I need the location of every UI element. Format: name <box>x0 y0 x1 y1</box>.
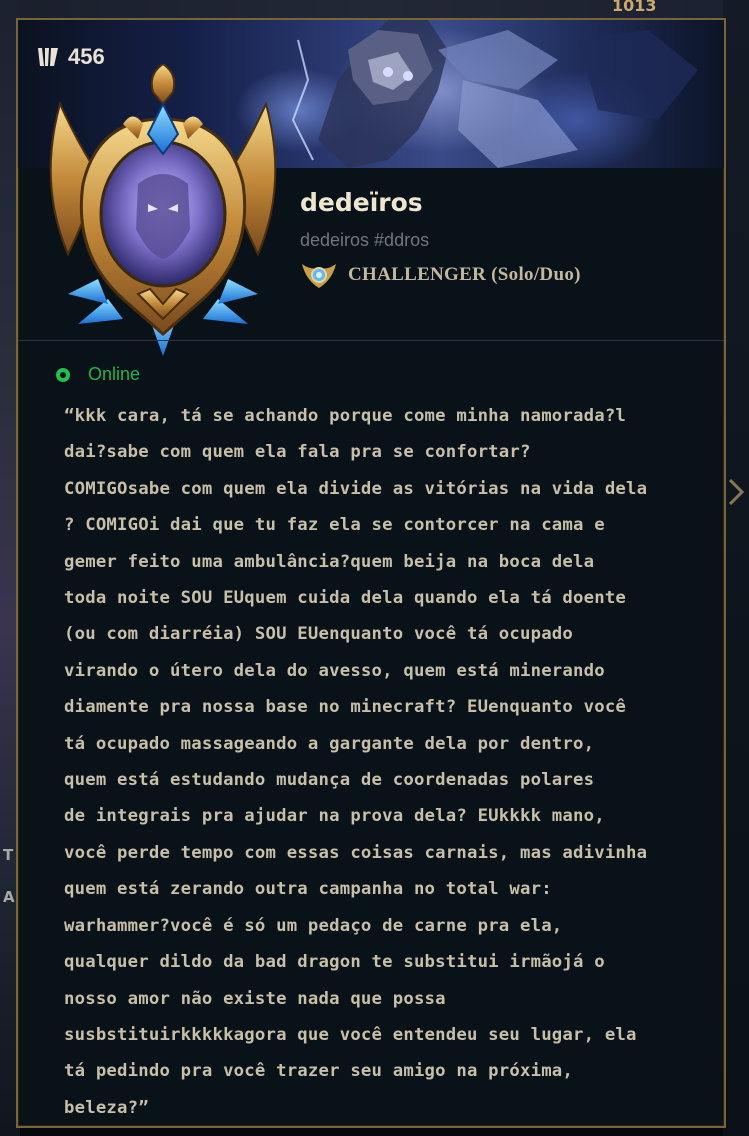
status-message-line: “kkk cara, tá se achando porque come min… <box>64 406 627 426</box>
status-message-line: você perde tempo com essas coisas carnai… <box>64 842 648 863</box>
client-right-edge <box>723 0 749 1136</box>
challenger-crest-icon <box>302 264 336 288</box>
status-message-line: warhammer?você é só um pedaço de carne p… <box>64 915 563 936</box>
online-dot-icon <box>56 367 70 382</box>
status-message-line: COMIGOsabe com quem ela divide as vitóri… <box>64 478 648 499</box>
status-message-line: gemer feito uma ambulância?quem beija na… <box>64 551 595 572</box>
status-message: “kkk cara, tá se achando porque come min… <box>64 398 704 1126</box>
status-label: Online <box>88 364 141 384</box>
currency-value: 1013 <box>612 0 657 15</box>
status-row: Online <box>56 364 140 385</box>
rank-row: CHALLENGER (Solo/Duo) <box>300 260 581 290</box>
client-top-bar: 1013 <box>0 0 749 18</box>
status-message-line: virando o útero dela do avesso, quem est… <box>64 660 605 681</box>
status-message-line: beleza?” <box>64 1097 149 1118</box>
chevron-right-icon[interactable] <box>727 478 745 506</box>
status-message-line: diamente pra nossa base no minecraft? EU… <box>64 697 627 718</box>
status-message-line: de integrais pra ajudar na prova dela? E… <box>64 806 605 827</box>
status-message-line: quem está estudando mudança de coordenad… <box>64 770 595 791</box>
rank-label: CHALLENGER (Solo/Duo) <box>348 264 581 285</box>
banner-splash-art <box>291 20 698 168</box>
status-message-line: tá ocupado massageando a gargante dela p… <box>64 733 595 754</box>
status-message-line: ? COMIGOi dai que tu faz ela se contorce… <box>64 515 605 536</box>
status-message-line: susbstituirkkkkkagora que você entendeu … <box>64 1024 637 1045</box>
status-message-line: (ou com diarréia) SOU EUenquanto você tá… <box>64 624 574 645</box>
challenger-emblem <box>49 64 277 356</box>
status-message-line: dai?sabe com quem ela fala pra se confor… <box>64 442 531 463</box>
left-edge-letter: A <box>3 888 15 906</box>
status-message-line: qualquer dildo da bad dragon te substitu… <box>64 952 605 973</box>
riot-id: dedeiros #ddros <box>300 230 430 250</box>
status-message-line: tá pedindo pra você trazer seu amigo na … <box>64 1061 574 1082</box>
status-message-line: quem está zerando outra campanha no tota… <box>64 879 552 900</box>
profile-tooltip: 456 dedeïros dedeiros #ddros CHALLENGER … <box>16 18 726 1128</box>
left-edge-letter: T <box>3 846 14 864</box>
section-divider <box>18 340 724 341</box>
status-message-line: toda noite SOU EUquem cuida dela quando … <box>64 588 627 609</box>
status-message-line: nosso amor não existe nada que possa <box>64 988 446 1009</box>
summoner-name: dedeïros <box>300 188 423 217</box>
